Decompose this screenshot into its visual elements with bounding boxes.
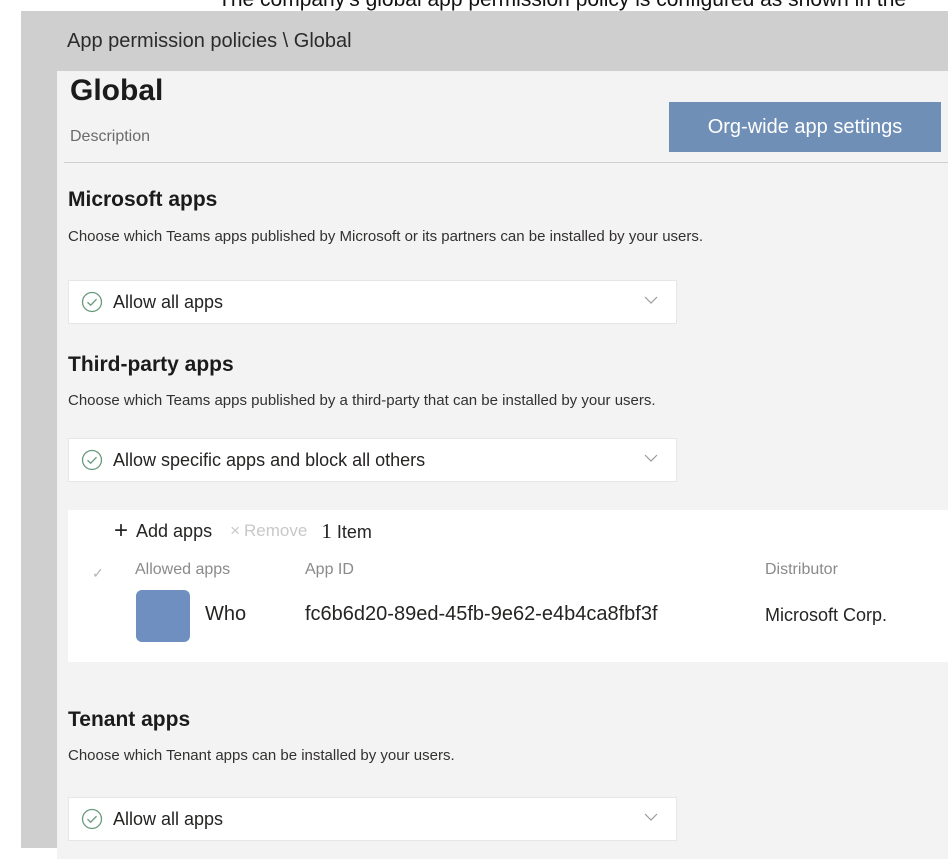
remove-button[interactable]: × Remove [230, 521, 307, 541]
check-circle-icon [81, 808, 103, 830]
close-icon: × [230, 521, 241, 540]
third-party-apps-title: Third-party apps [68, 353, 234, 376]
org-wide-app-settings-button[interactable]: Org-wide app settings [669, 102, 941, 152]
remove-label: Remove [244, 521, 308, 540]
third-party-apps-dropdown[interactable]: Allow specific apps and block all others [68, 438, 677, 482]
tenant-apps-description: Choose which Tenant apps can be installe… [68, 747, 455, 764]
page-title: Global [70, 74, 164, 107]
plus-icon: + [114, 517, 129, 544]
microsoft-apps-title: Microsoft apps [68, 188, 218, 211]
app-name[interactable]: Who [205, 603, 246, 626]
add-apps-button[interactable]: + Add apps [114, 519, 212, 543]
apps-toolbar: + Add apps × Remove 1 Item [114, 516, 372, 546]
column-header-distributor[interactable]: Distributor [765, 561, 838, 579]
select-all-check-icon[interactable]: ✓ [92, 565, 104, 582]
page-caption: The company's global app permission poli… [0, 0, 948, 11]
header-divider [64, 162, 948, 163]
microsoft-apps-description: Choose which Teams apps published by Mic… [68, 228, 704, 245]
app-id: fc6b6d20-89ed-45fb-9e62-e4b4ca8fbf3f [305, 603, 658, 625]
column-header-app-id[interactable]: App ID [305, 561, 354, 579]
add-apps-label: Add apps [136, 520, 213, 541]
tenant-apps-dropdown[interactable]: Allow all apps [68, 797, 677, 841]
column-header-allowed-apps[interactable]: Allowed apps [135, 561, 230, 579]
check-circle-icon [81, 291, 103, 313]
tenant-apps-title: Tenant apps [68, 708, 191, 731]
chevron-down-icon [644, 296, 658, 304]
item-count-label: Item [336, 521, 372, 542]
microsoft-apps-dropdown[interactable]: Allow all apps [68, 280, 677, 324]
microsoft-apps-dropdown-value: Allow all apps [113, 291, 224, 312]
tenant-apps-dropdown-value: Allow all apps [113, 808, 224, 829]
check-circle-icon [81, 449, 103, 471]
item-count-number: 1 [321, 518, 332, 543]
third-party-apps-description: Choose which Teams apps published by a t… [68, 392, 656, 409]
chevron-down-icon [644, 813, 658, 821]
policy-description: Description [70, 128, 151, 145]
app-distributor: Microsoft Corp. [765, 605, 888, 625]
app-tile-icon [136, 590, 190, 642]
third-party-apps-dropdown-value: Allow specific apps and block all others [113, 449, 426, 470]
window-title: App permission policies \ Global [67, 30, 352, 52]
item-count: 1 Item [321, 519, 372, 544]
chevron-down-icon [644, 454, 658, 462]
